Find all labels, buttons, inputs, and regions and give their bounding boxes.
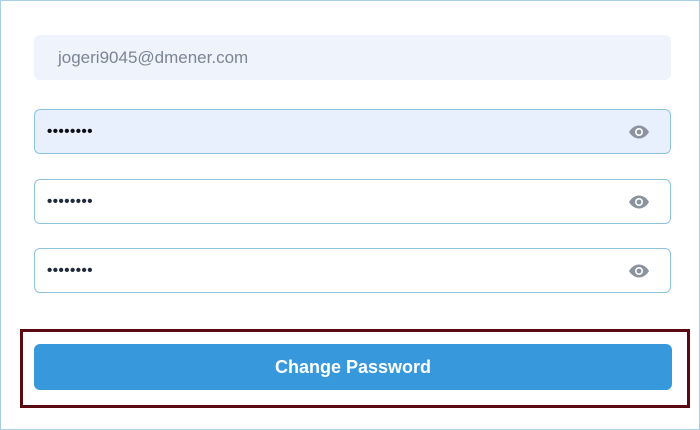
email-field: jogeri9045@dmener.com (34, 35, 671, 80)
eye-icon[interactable] (626, 193, 652, 211)
confirm-password-field[interactable]: •••••••• (34, 248, 671, 293)
confirm-password-mask: •••••••• (47, 262, 94, 279)
current-password-mask: •••••••• (47, 123, 94, 140)
current-password-field[interactable]: •••••••• (34, 109, 671, 154)
eye-icon[interactable] (626, 123, 652, 141)
new-password-field[interactable]: •••••••• (34, 179, 671, 224)
change-password-button[interactable]: Change Password (34, 344, 672, 390)
new-password-mask: •••••••• (47, 193, 94, 210)
email-value: jogeri9045@dmener.com (58, 47, 249, 67)
eye-icon[interactable] (626, 262, 652, 280)
change-password-form: jogeri9045@dmener.com •••••••• •••••••• … (0, 0, 700, 430)
